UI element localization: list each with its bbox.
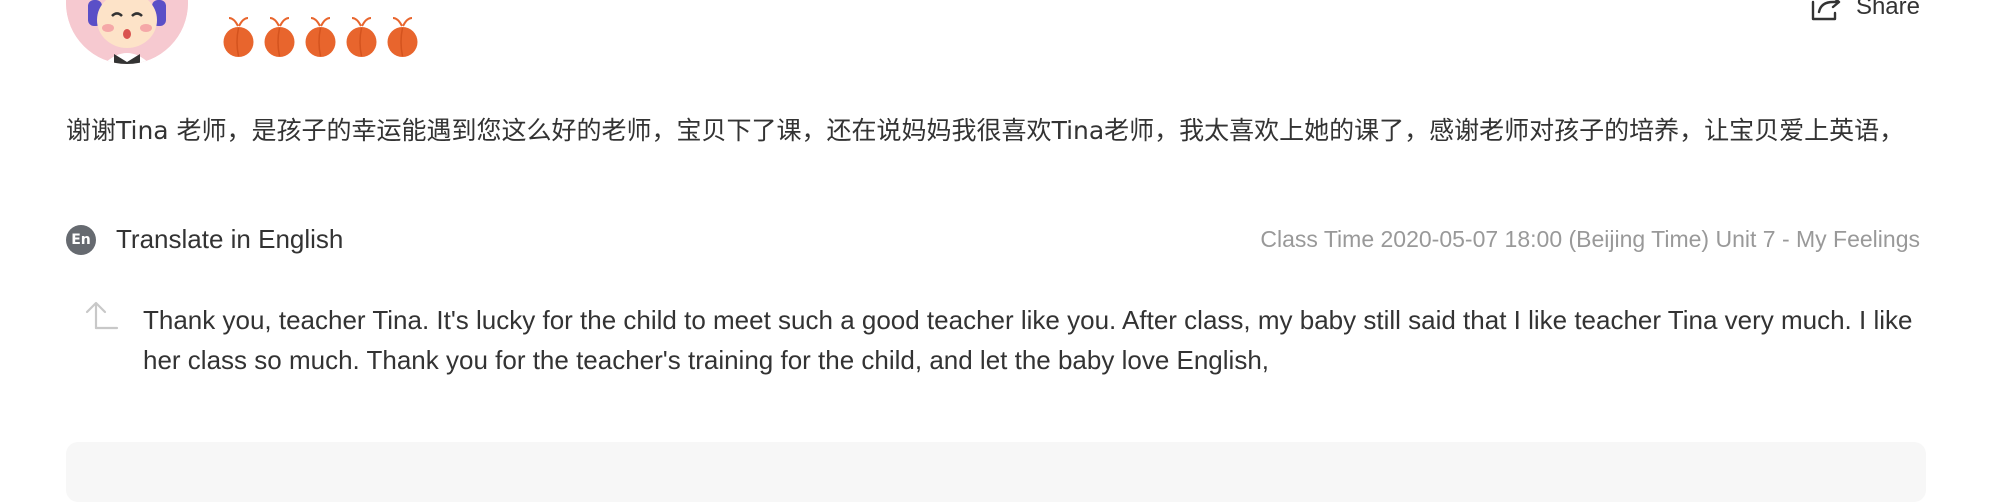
class-time-info: Class Time 2020-05-07 18:00 (Beijing Tim… xyxy=(1260,226,1920,252)
peach-icon xyxy=(387,17,418,57)
peach-icon xyxy=(346,17,377,57)
peach-icon xyxy=(264,17,295,57)
translated-comment: Thank you, teacher Tina. It's lucky for … xyxy=(143,305,1913,375)
share-icon xyxy=(1811,0,1841,21)
teacher-avatar-illustration xyxy=(66,0,188,64)
share-label: Share xyxy=(1855,0,1920,20)
english-badge-icon: En xyxy=(66,224,96,255)
share-button[interactable]: Share xyxy=(1810,0,1920,22)
translate-label: Translate in English xyxy=(116,224,344,254)
peach-icon xyxy=(223,17,254,57)
review-comment: 谢谢Tina 老师，是孩子的幸运能遇到您这么好的老师，宝贝下了课，还在说妈妈我很… xyxy=(66,116,1905,145)
avatar xyxy=(66,0,188,64)
next-review-card xyxy=(66,442,1926,502)
translate-button[interactable]: En Translate in English xyxy=(66,224,343,255)
reply-arrow-icon xyxy=(85,301,119,330)
peach-icon xyxy=(305,17,336,57)
rating-peaches xyxy=(220,16,421,58)
